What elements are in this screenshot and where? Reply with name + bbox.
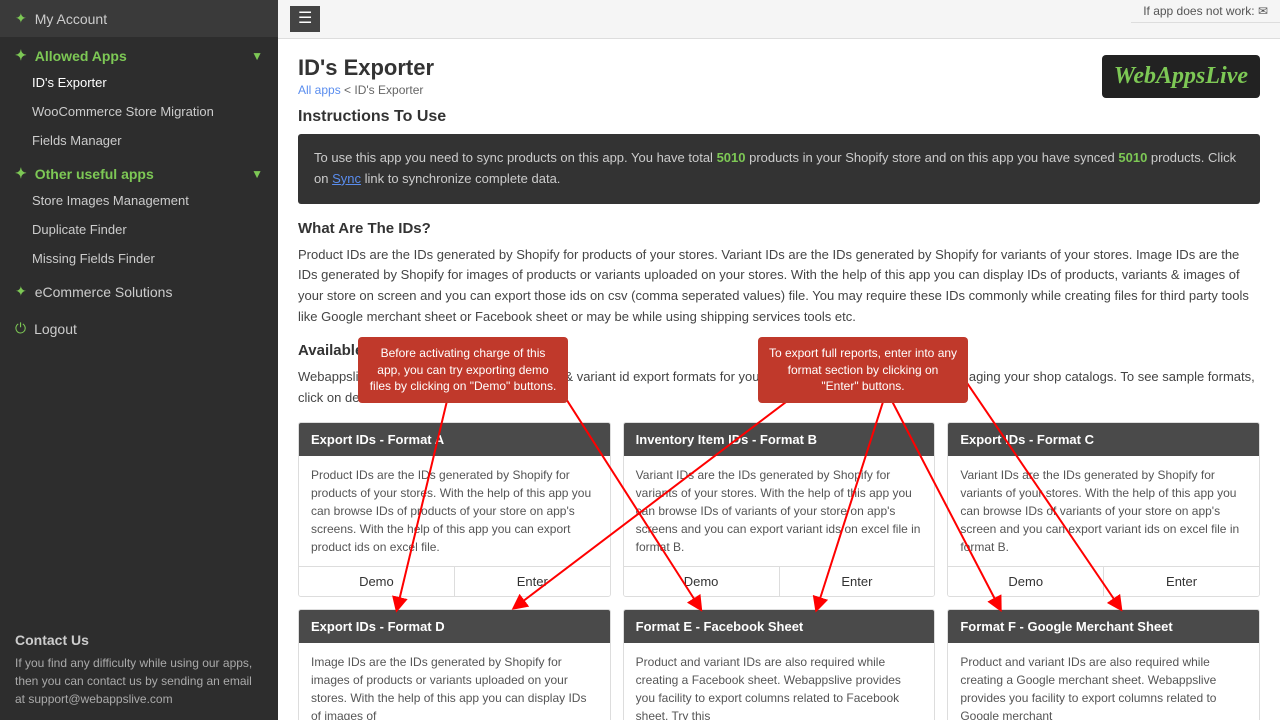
sidebar-sub-missing-fields[interactable]: Missing Fields Finder bbox=[0, 244, 278, 273]
format-card-d-body: Image IDs are the IDs generated by Shopi… bbox=[299, 643, 610, 720]
tooltip-bubble-2: To export full reports, enter into any f… bbox=[758, 337, 968, 403]
sidebar-sub-woocommerce[interactable]: WooCommerce Store Migration bbox=[0, 97, 278, 126]
sidebar-item-logout[interactable]: ⏻ Logout bbox=[0, 310, 278, 347]
contact-us-section: Contact Us If you find any difficulty wh… bbox=[0, 620, 278, 720]
tooltip2-text: To export full reports, enter into any f… bbox=[769, 346, 957, 394]
format-card-c-header: Export IDs - Format C bbox=[948, 423, 1259, 456]
notice-text: If app does not work: bbox=[1143, 4, 1254, 18]
fields-manager-label: Fields Manager bbox=[32, 133, 122, 148]
format-card-b: Inventory Item IDs - Format B Variant ID… bbox=[623, 422, 936, 597]
ecommerce-icon: ✦ bbox=[15, 283, 27, 300]
formats-grid: Export IDs - Format A Product IDs are th… bbox=[298, 422, 1260, 720]
tooltip-bubble-1: Before activating charge of this app, yo… bbox=[358, 337, 568, 403]
format-card-a-body: Product IDs are the IDs generated by Sho… bbox=[299, 456, 610, 566]
logout-icon: ⏻ bbox=[15, 320, 26, 337]
format-card-b-footer: Demo Enter bbox=[624, 566, 935, 596]
format-card-d: Export IDs - Format D Image IDs are the … bbox=[298, 609, 611, 720]
chevron-other-icon: ▼ bbox=[251, 167, 263, 181]
format-a-enter-button[interactable]: Enter bbox=[455, 567, 610, 596]
format-card-a-footer: Demo Enter bbox=[299, 566, 610, 596]
format-card-c-footer: Demo Enter bbox=[948, 566, 1259, 596]
count2: 5010 bbox=[1118, 150, 1147, 165]
format-card-e: Format E - Facebook Sheet Product and va… bbox=[623, 609, 936, 720]
format-card-a: Export IDs - Format A Product IDs are th… bbox=[298, 422, 611, 597]
contact-us-text: If you find any difficulty while using o… bbox=[15, 654, 263, 708]
tooltip1-text: Before activating charge of this app, yo… bbox=[370, 346, 557, 394]
breadcrumb-separator: < bbox=[344, 83, 354, 97]
sidebar-sub-duplicate-finder[interactable]: Duplicate Finder bbox=[0, 215, 278, 244]
sidebar: ✦ My Account ✦ Allowed Apps ▼ ID's Expor… bbox=[0, 0, 278, 720]
format-card-b-body: Variant IDs are the IDs generated by Sho… bbox=[624, 456, 935, 566]
store-images-label: Store Images Management bbox=[32, 193, 189, 208]
sidebar-sub-store-images[interactable]: Store Images Management bbox=[0, 186, 278, 215]
sync-link[interactable]: Sync bbox=[332, 171, 361, 186]
what-are-ids-title: What Are The IDs? bbox=[298, 220, 1260, 237]
breadcrumb-current: ID's Exporter bbox=[354, 83, 423, 97]
other-apps-icon: ✦ bbox=[15, 165, 27, 182]
format-card-c-body: Variant IDs are the IDs generated by Sho… bbox=[948, 456, 1259, 566]
missing-fields-label: Missing Fields Finder bbox=[32, 251, 155, 266]
logo-main: WebApps bbox=[1114, 63, 1206, 89]
format-c-demo-button[interactable]: Demo bbox=[948, 567, 1104, 596]
format-card-c: Export IDs - Format C Variant IDs are th… bbox=[947, 422, 1260, 597]
notice-icon: ✉ bbox=[1258, 4, 1268, 18]
what-are-ids-text: Product IDs are the IDs generated by Sho… bbox=[298, 245, 1260, 328]
page-title: ID's Exporter bbox=[298, 55, 434, 81]
info-box: To use this app you need to sync product… bbox=[298, 134, 1260, 204]
contact-us-title: Contact Us bbox=[15, 632, 263, 648]
ecommerce-label: eCommerce Solutions bbox=[35, 284, 173, 300]
format-a-demo-button[interactable]: Demo bbox=[299, 567, 455, 596]
main-content: ☰ ID's Exporter All apps < ID's Exporter… bbox=[278, 0, 1280, 720]
global-notice: If app does not work: ✉ bbox=[1131, 0, 1280, 23]
duplicate-finder-label: Duplicate Finder bbox=[32, 222, 127, 237]
sidebar-item-my-account[interactable]: ✦ My Account bbox=[0, 0, 278, 37]
top-bar: ☰ bbox=[278, 0, 1280, 39]
main-inner: ID's Exporter All apps < ID's Exporter W… bbox=[278, 39, 1280, 720]
breadcrumb-all-link[interactable]: All apps bbox=[298, 83, 341, 97]
format-card-f-header: Format F - Google Merchant Sheet bbox=[948, 610, 1259, 643]
woocommerce-label: WooCommerce Store Migration bbox=[32, 104, 214, 119]
sidebar-section-allowed-apps[interactable]: ✦ Allowed Apps ▼ bbox=[0, 37, 278, 68]
logout-label: Logout bbox=[34, 321, 77, 337]
sidebar-item-ecommerce[interactable]: ✦ eCommerce Solutions bbox=[0, 273, 278, 310]
format-b-demo-button[interactable]: Demo bbox=[624, 567, 780, 596]
logo-text: WebAppsLive bbox=[1114, 63, 1248, 90]
info-text-before: To use this app you need to sync product… bbox=[314, 150, 717, 165]
count1: 5010 bbox=[717, 150, 746, 165]
format-card-d-header: Export IDs - Format D bbox=[299, 610, 610, 643]
page-header: ID's Exporter All apps < ID's Exporter W… bbox=[298, 55, 1260, 98]
info-text-end: link to synchronize complete data. bbox=[361, 171, 560, 186]
allowed-apps-label: Allowed Apps bbox=[35, 48, 127, 64]
logo-box: WebAppsLive bbox=[1102, 55, 1260, 98]
sidebar-sub-fields-manager[interactable]: Fields Manager bbox=[0, 126, 278, 155]
logo-accent: Live bbox=[1205, 63, 1248, 89]
chevron-allowed-icon: ▼ bbox=[251, 49, 263, 63]
my-account-label: My Account bbox=[35, 11, 107, 27]
format-card-e-header: Format E - Facebook Sheet bbox=[624, 610, 935, 643]
format-card-f-body: Product and variant IDs are also require… bbox=[948, 643, 1259, 720]
format-card-b-header: Inventory Item IDs - Format B bbox=[624, 423, 935, 456]
account-icon: ✦ bbox=[15, 10, 27, 27]
ids-exporter-label: ID's Exporter bbox=[32, 75, 107, 90]
info-text-middle: products in your Shopify store and on th… bbox=[745, 150, 1118, 165]
format-card-f: Format F - Google Merchant Sheet Product… bbox=[947, 609, 1260, 720]
hamburger-button[interactable]: ☰ bbox=[290, 6, 320, 32]
format-b-enter-button[interactable]: Enter bbox=[780, 567, 935, 596]
format-c-enter-button[interactable]: Enter bbox=[1104, 567, 1259, 596]
allowed-apps-icon: ✦ bbox=[15, 47, 27, 64]
sidebar-sub-ids-exporter[interactable]: ID's Exporter bbox=[0, 68, 278, 97]
instructions-title: Instructions To Use bbox=[298, 108, 1260, 126]
format-card-e-body: Product and variant IDs are also require… bbox=[624, 643, 935, 720]
sidebar-section-other-apps[interactable]: ✦ Other useful apps ▼ bbox=[0, 155, 278, 186]
format-card-a-header: Export IDs - Format A bbox=[299, 423, 610, 456]
breadcrumb: All apps < ID's Exporter bbox=[298, 83, 434, 97]
other-apps-label: Other useful apps bbox=[35, 166, 154, 182]
